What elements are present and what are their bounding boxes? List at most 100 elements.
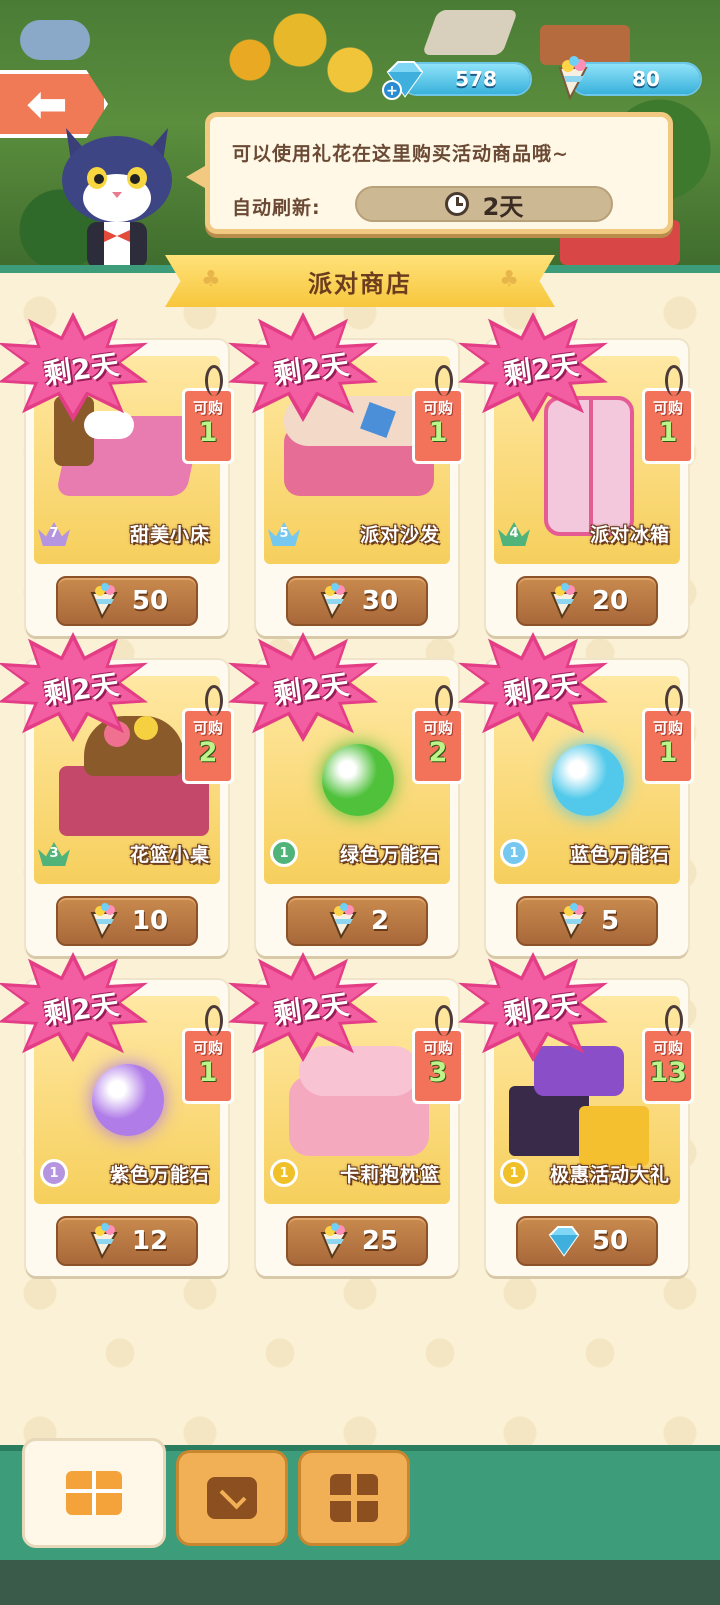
- buy-button[interactable]: 10: [56, 896, 198, 946]
- item-level-badge: 1: [494, 1158, 534, 1188]
- item-name: 绿色万能石: [339, 844, 440, 866]
- buy-button[interactable]: 25: [286, 1216, 428, 1266]
- item-price: 25: [361, 1226, 399, 1256]
- shop-item-card[interactable]: 5 派对沙发 可购 1 剩2天 30: [228, 312, 464, 636]
- shop-title: 派对商店: [308, 269, 412, 298]
- item-name: 花篮小桌: [129, 844, 210, 866]
- gem-count: 578: [455, 67, 497, 91]
- scene-building: [421, 10, 519, 55]
- gift-icon: [66, 1471, 122, 1515]
- shop-item-card[interactable]: 1 卡莉抱枕篮 可购 3 剩2天 25: [228, 952, 464, 1276]
- shop-item-card[interactable]: 4 派对冰箱 可购 1 剩2天 20: [458, 312, 694, 636]
- item-level-badge: 1: [34, 1158, 74, 1188]
- flower-cone-icon: [90, 1223, 118, 1259]
- item-name: 派对沙发: [359, 524, 440, 546]
- item-level: 1: [279, 845, 289, 861]
- item-level: 4: [509, 525, 519, 541]
- flower-cone-icon: [90, 583, 118, 619]
- item-price: 5: [600, 906, 620, 936]
- shop-title-banner: ♣ 派对商店 ♣: [165, 255, 555, 307]
- item-level-badge: 3: [34, 838, 74, 868]
- tab-gift[interactable]: [22, 1438, 166, 1548]
- item-price: 12: [131, 1226, 169, 1256]
- buy-button[interactable]: 20: [516, 576, 658, 626]
- purchase-limit-label: 可购: [192, 399, 223, 417]
- gem-add-icon[interactable]: +: [380, 56, 426, 102]
- svg-text:+: +: [386, 83, 398, 99]
- bag-icon: [207, 1477, 257, 1519]
- item-level: 5: [279, 525, 289, 541]
- grid-icon: [330, 1474, 378, 1522]
- purchase-limit-label: 可购: [192, 1039, 223, 1057]
- flower-cone-icon: [329, 903, 357, 939]
- item-level-badge: 7: [34, 518, 74, 548]
- shop-hint-text: 可以使用礼花在这里购买活动商品哦~: [232, 143, 569, 165]
- purchase-limit-count: 3: [428, 1057, 448, 1088]
- shop-item-card[interactable]: 3 花篮小桌 可购 2 剩2天 10: [0, 632, 234, 956]
- bottom-scene-strip: [0, 1560, 720, 1605]
- item-level: 1: [49, 1165, 59, 1181]
- purchase-limit-count: 1: [428, 417, 448, 448]
- purchase-limit-count: 2: [428, 737, 448, 768]
- cat-mascot: [62, 128, 172, 268]
- item-level-badge: 4: [494, 518, 534, 548]
- purchase-limit-count: 2: [198, 737, 218, 768]
- purchase-limit-count: 1: [658, 737, 678, 768]
- flower-count: 80: [632, 67, 660, 91]
- buy-button[interactable]: 30: [286, 576, 428, 626]
- purchase-limit-tag: 可购 1: [642, 365, 694, 464]
- item-name: 紫色万能石: [109, 1164, 210, 1186]
- item-name: 派对冰箱: [589, 524, 670, 546]
- purchase-limit-label: 可购: [652, 719, 683, 737]
- buy-button[interactable]: 50: [56, 576, 198, 626]
- item-level: 1: [509, 1165, 519, 1181]
- purchase-limit-tag: 可购 1: [182, 1005, 234, 1104]
- item-price: 2: [370, 906, 390, 936]
- buy-button[interactable]: 5: [516, 896, 658, 946]
- scene-pond: [20, 20, 90, 60]
- purchase-limit-label: 可购: [192, 719, 223, 737]
- purchase-limit-tag: 可购 2: [182, 685, 234, 784]
- auto-refresh-label: 自动刷新:: [232, 197, 321, 219]
- purchase-limit-count: 1: [198, 417, 218, 448]
- shop-item-card[interactable]: 7 甜美小床 可购 1 剩2天 50: [0, 312, 234, 636]
- shop-item-card[interactable]: 1 蓝色万能石 可购 1 剩2天 5: [458, 632, 694, 956]
- shop-item-card[interactable]: 1 极惠活动大礼 可购 13 剩2天 50: [458, 952, 694, 1276]
- flower-cone-icon: [550, 583, 578, 619]
- item-name: 蓝色万能石: [569, 844, 670, 866]
- flower-cone-icon: [559, 903, 587, 939]
- purchase-limit-label: 可购: [652, 399, 683, 417]
- item-price: 20: [591, 586, 629, 616]
- item-name: 极惠活动大礼: [549, 1164, 670, 1186]
- club-icon: ♣: [201, 267, 221, 292]
- buy-button[interactable]: 12: [56, 1216, 198, 1266]
- clock-icon: [444, 192, 469, 216]
- purchase-limit-tag: 可购 1: [642, 685, 694, 784]
- mascot-speech-bubble: 可以使用礼花在这里购买活动商品哦~ 自动刷新: 2天: [186, 112, 673, 234]
- gem-counter[interactable]: + 578: [382, 61, 532, 100]
- flower-cone-icon: [558, 56, 588, 101]
- tab-grid[interactable]: [298, 1450, 410, 1546]
- purchase-limit-tag: 可购 13: [642, 1005, 694, 1104]
- flower-cone-icon: [320, 583, 348, 619]
- item-level-badge: 1: [264, 838, 304, 868]
- item-price: 50: [591, 1226, 629, 1256]
- item-level-badge: 5: [264, 518, 304, 548]
- item-name: 甜美小床: [129, 524, 210, 546]
- purchase-limit-label: 可购: [422, 399, 453, 417]
- buy-button[interactable]: 50: [516, 1216, 658, 1266]
- item-level-badge: 1: [494, 838, 534, 868]
- flower-counter[interactable]: 80: [558, 56, 702, 101]
- item-level: 1: [279, 1165, 289, 1181]
- tab-bag[interactable]: [176, 1450, 288, 1546]
- purchase-limit-label: 可购: [422, 1039, 453, 1057]
- item-level: 1: [509, 845, 519, 861]
- item-price: 30: [361, 586, 399, 616]
- buy-button[interactable]: 2: [286, 896, 428, 946]
- purchase-limit-label: 可购: [652, 1039, 683, 1057]
- shop-item-card[interactable]: 1 紫色万能石 可购 1 剩2天 12: [0, 952, 234, 1276]
- purchase-limit-count: 1: [198, 1057, 218, 1088]
- shop-item-card[interactable]: 1 绿色万能石 可购 2 剩2天 2: [228, 632, 464, 956]
- item-level: 3: [49, 845, 59, 861]
- refresh-time-value: 2天: [482, 192, 524, 221]
